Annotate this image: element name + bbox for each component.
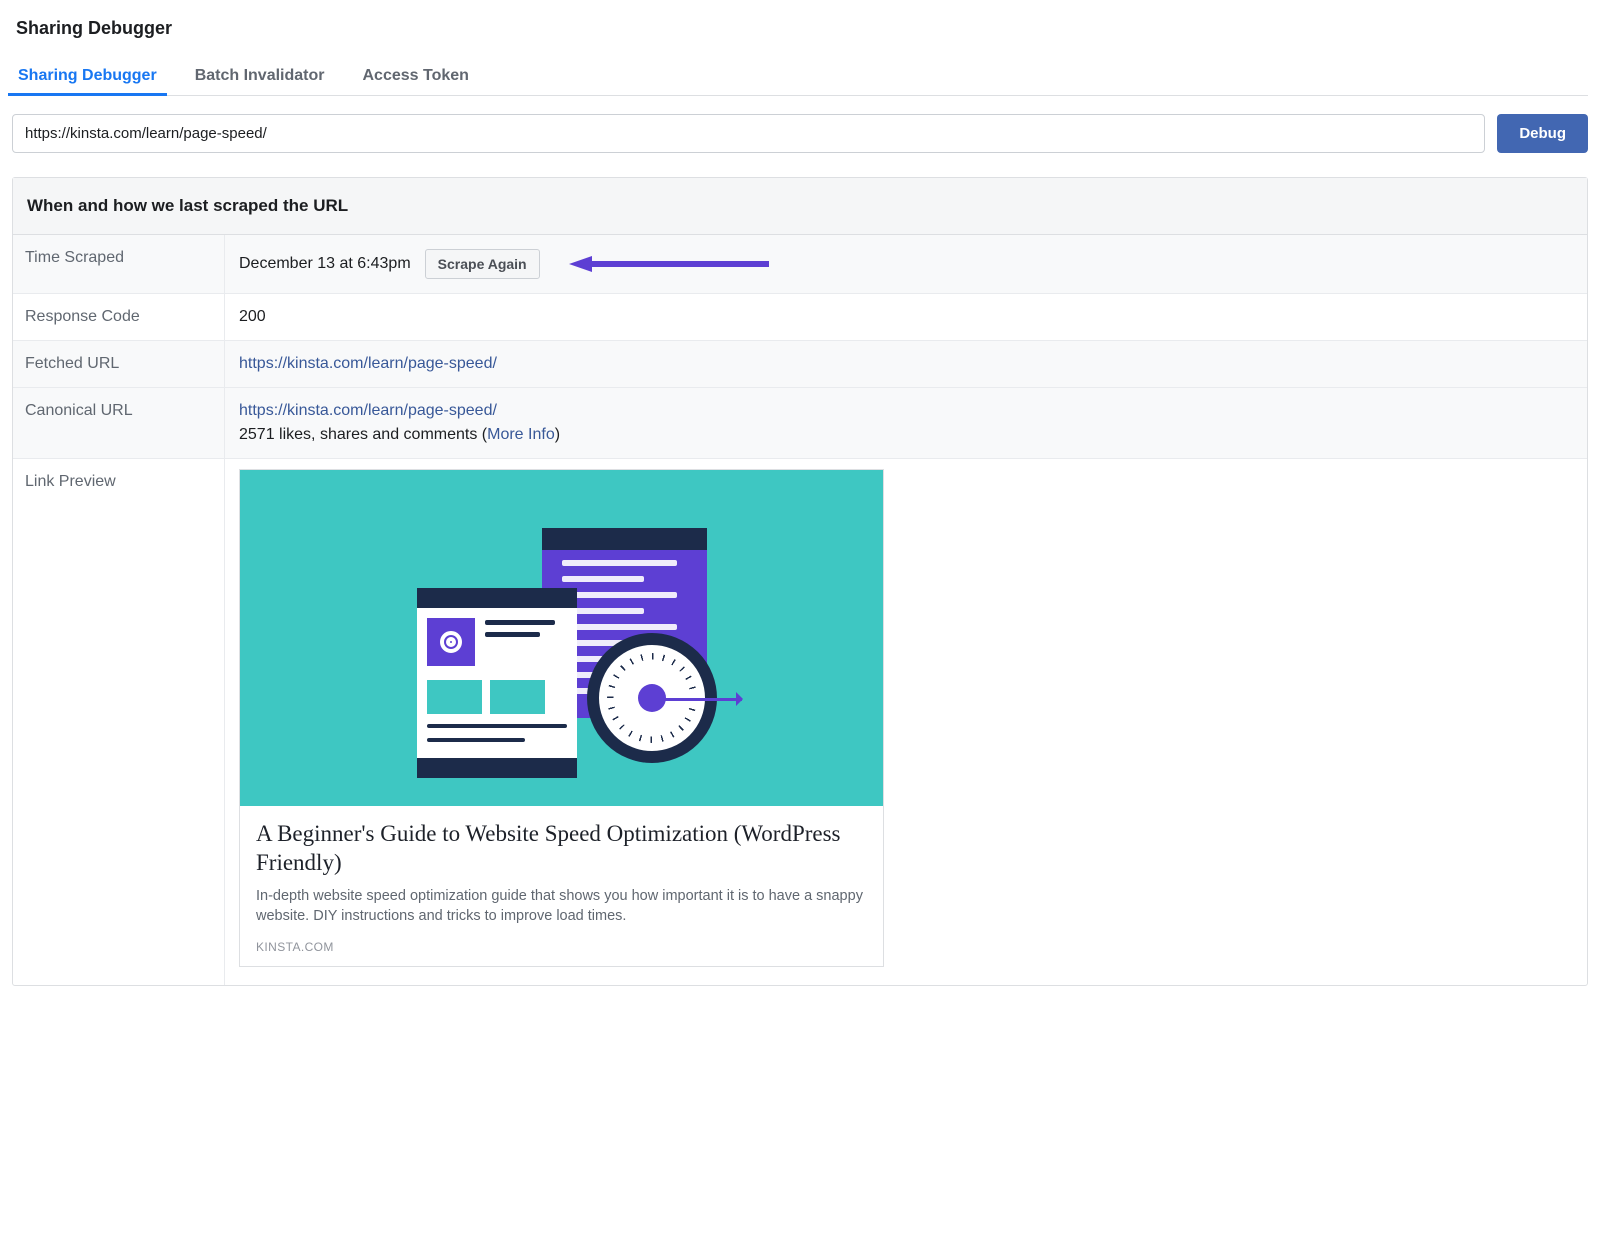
row-label-response-code: Response Code (13, 294, 225, 340)
row-value-response-code: 200 (225, 294, 1587, 340)
time-scraped-text: December 13 at 6:43pm (239, 255, 411, 273)
tabs-bar: Sharing Debugger Batch Invalidator Acces… (12, 57, 1588, 96)
row-label-link-preview: Link Preview (13, 459, 225, 985)
page-title: Sharing Debugger (12, 12, 1588, 57)
row-value-time-scraped: December 13 at 6:43pm Scrape Again (225, 235, 1587, 293)
preview-domain: KINSTA.COM (256, 940, 867, 954)
annotation-arrow-icon (564, 255, 774, 273)
row-time-scraped: Time Scraped December 13 at 6:43pm Scrap… (13, 235, 1587, 294)
preview-card-body: A Beginner's Guide to Website Speed Opti… (240, 806, 883, 966)
input-row: Debug (12, 114, 1588, 153)
preview-title: A Beginner's Guide to Website Speed Opti… (256, 820, 867, 878)
row-response-code: Response Code 200 (13, 294, 1587, 341)
preview-image (240, 470, 883, 806)
row-fetched-url: Fetched URL https://kinsta.com/learn/pag… (13, 341, 1587, 388)
row-value-canonical-url: https://kinsta.com/learn/page-speed/ 257… (225, 388, 1587, 458)
tab-batch-invalidator[interactable]: Batch Invalidator (193, 57, 327, 95)
row-link-preview: Link Preview (13, 459, 1587, 985)
row-label-fetched-url: Fetched URL (13, 341, 225, 387)
canonical-stats-close: ) (555, 426, 560, 443)
more-info-link[interactable]: More Info (487, 426, 555, 443)
preview-description: In-depth website speed optimization guid… (256, 886, 867, 926)
tab-sharing-debugger[interactable]: Sharing Debugger (16, 57, 159, 95)
preview-card[interactable]: A Beginner's Guide to Website Speed Opti… (239, 469, 884, 967)
row-canonical-url: Canonical URL https://kinsta.com/learn/p… (13, 388, 1587, 459)
fetched-url-link[interactable]: https://kinsta.com/learn/page-speed/ (239, 355, 497, 373)
row-value-fetched-url: https://kinsta.com/learn/page-speed/ (225, 341, 1587, 387)
panel-header: When and how we last scraped the URL (13, 178, 1587, 235)
page-window-icon (417, 588, 577, 778)
canonical-stats: 2571 likes, shares and comments (More In… (239, 426, 560, 444)
canonical-url-link[interactable]: https://kinsta.com/learn/page-speed/ (239, 402, 497, 420)
preview-illustration (382, 498, 742, 778)
row-label-time-scraped: Time Scraped (13, 235, 225, 293)
tab-access-token[interactable]: Access Token (361, 57, 471, 95)
gauge-icon (587, 633, 717, 763)
scrape-again-button[interactable]: Scrape Again (425, 249, 540, 279)
url-input[interactable] (12, 114, 1485, 153)
row-label-canonical-url: Canonical URL (13, 388, 225, 458)
canonical-stats-text: 2571 likes, shares and comments ( (239, 426, 487, 443)
scrape-panel: When and how we last scraped the URL Tim… (12, 177, 1588, 986)
gear-icon (427, 618, 475, 666)
response-code-text: 200 (239, 308, 266, 326)
debug-button[interactable]: Debug (1497, 114, 1588, 153)
link-preview-value: A Beginner's Guide to Website Speed Opti… (225, 459, 898, 985)
